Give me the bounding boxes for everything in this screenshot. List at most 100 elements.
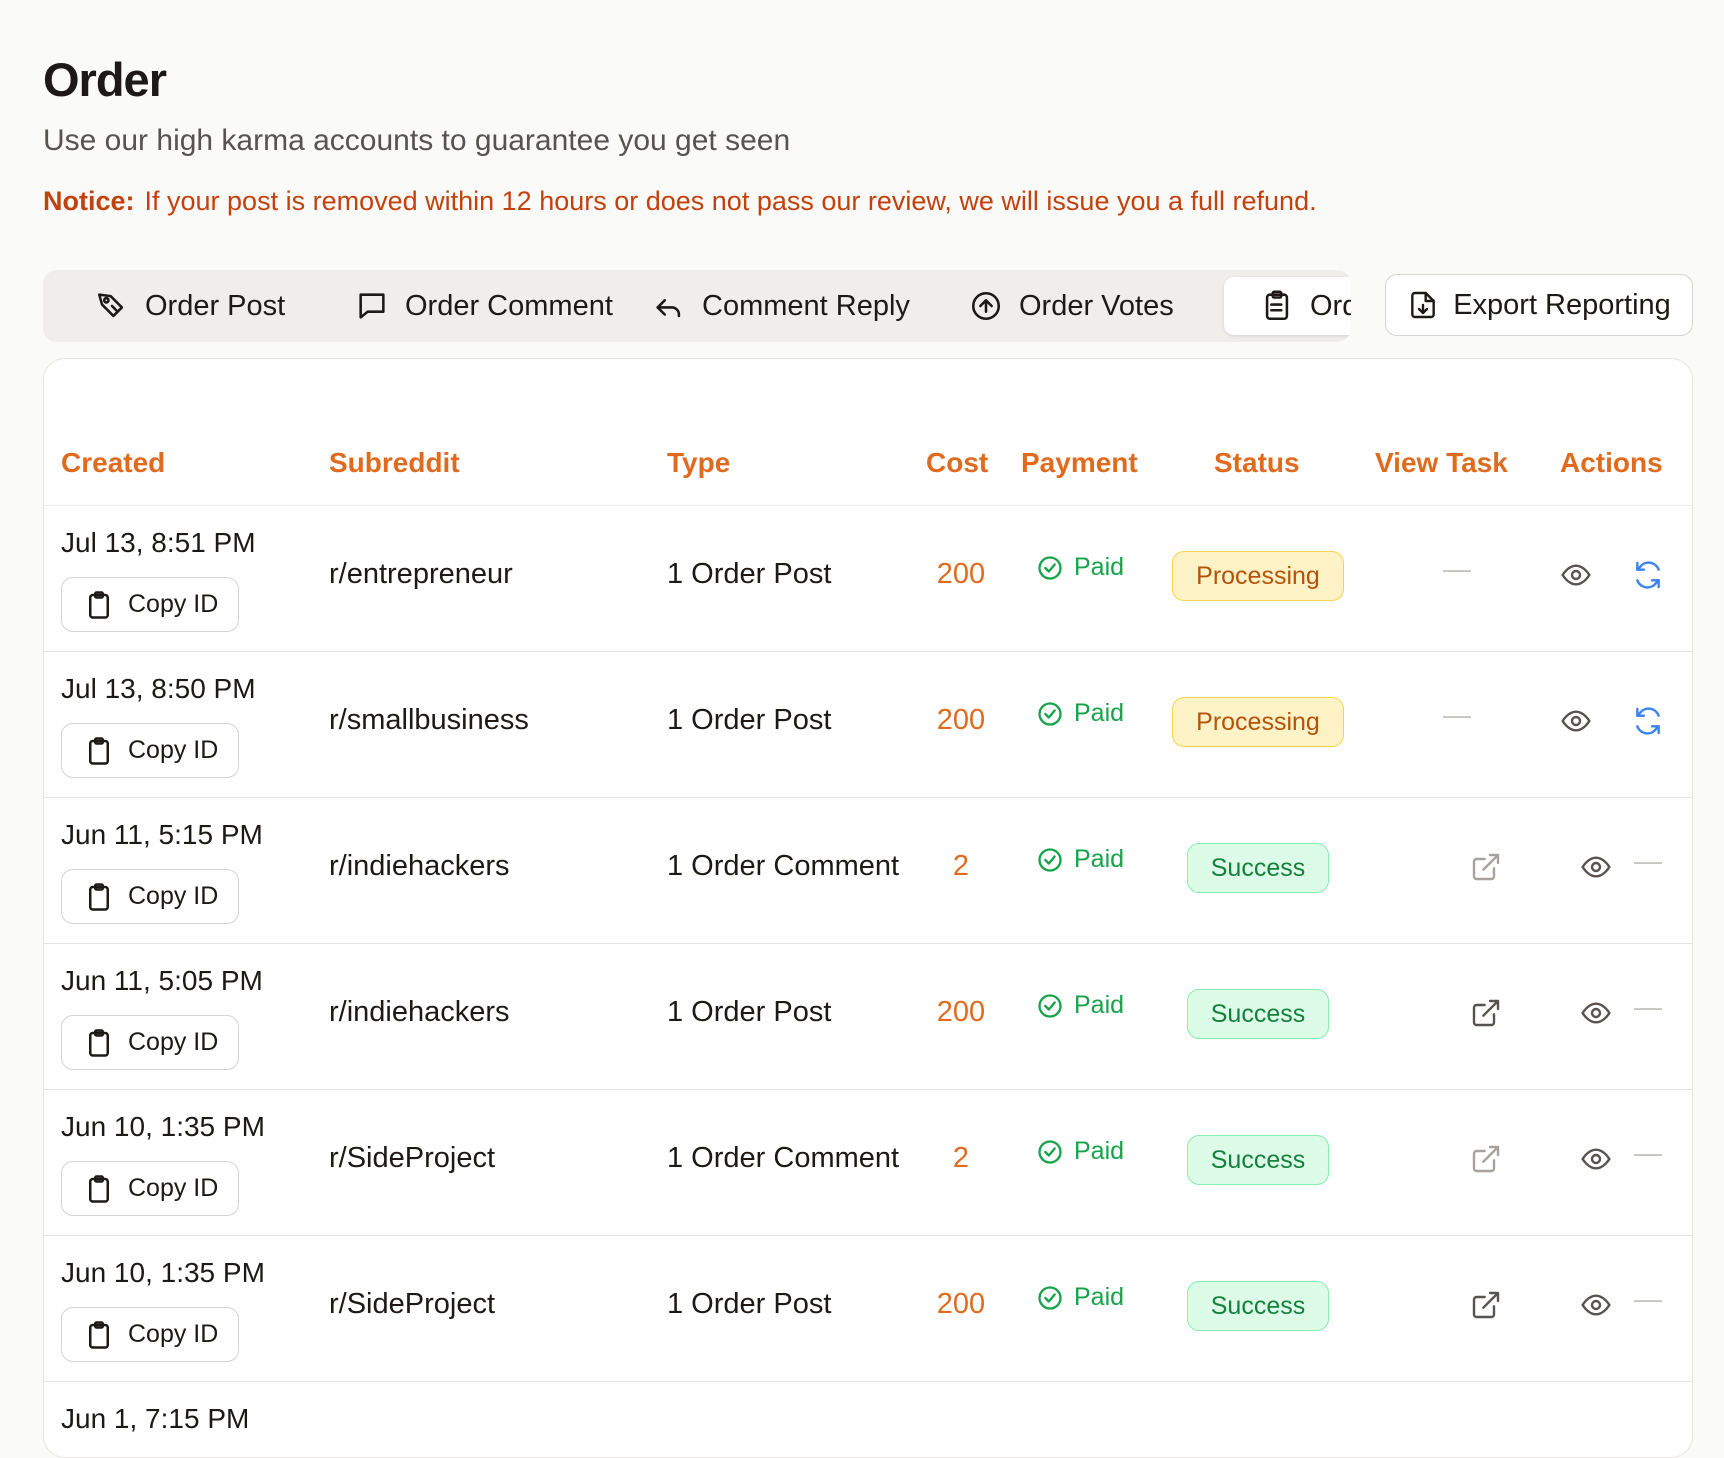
copy-id-button[interactable]: Copy ID: [61, 577, 239, 632]
order-type: 1 Order Post: [667, 996, 832, 1028]
status-badge: Success: [1187, 1281, 1329, 1331]
external-link-icon[interactable]: [1470, 1143, 1502, 1175]
check-circle-icon: [1038, 701, 1062, 726]
copy-id-label: Copy ID: [128, 1174, 219, 1202]
table-row: Jun 1, 7:15 PM: [44, 1381, 1692, 1457]
external-link-icon[interactable]: [1470, 997, 1502, 1029]
tab-order-comment[interactable]: Order Comment: [355, 277, 613, 335]
copy-id-button[interactable]: Copy ID: [61, 1161, 239, 1216]
col-subreddit[interactable]: Subreddit: [329, 447, 460, 479]
tab-comment-reply[interactable]: Comment Reply: [652, 277, 910, 335]
view-task-empty: —: [1443, 699, 1471, 730]
file-download-icon: [1411, 291, 1436, 319]
copy-id-button[interactable]: Copy ID: [61, 723, 239, 778]
reply-icon: [656, 299, 681, 318]
check-circle-icon: [1038, 1285, 1062, 1310]
payment-status: Paid: [1036, 699, 1124, 728]
export-label: Export Reporting: [1453, 288, 1671, 321]
col-view-task[interactable]: View Task: [1375, 447, 1508, 479]
order-tabs: Order Post Order Comment Comment Reply O…: [43, 270, 1351, 342]
eye-icon[interactable]: [1580, 1289, 1612, 1321]
table-row: Jun 10, 1:35 PM Copy ID r/SideProject 1 …: [44, 1235, 1692, 1382]
cost: 2: [952, 850, 970, 882]
action-empty: —: [1634, 1283, 1662, 1314]
copy-id-label: Copy ID: [128, 590, 219, 618]
notice: Notice: If your post is removed within 12…: [43, 186, 1317, 217]
external-link-icon[interactable]: [1470, 1289, 1502, 1321]
tab-label: Comment Reply: [702, 289, 910, 322]
col-cost[interactable]: Cost: [926, 447, 988, 479]
created-date: Jul 13, 8:50 PM: [61, 673, 256, 704]
created-date: Jun 10, 1:35 PM: [61, 1257, 265, 1288]
created-date: Jul 13, 8:51 PM: [61, 527, 256, 558]
order-type: 1 Order Post: [667, 1288, 832, 1320]
copy-id-button[interactable]: Copy ID: [61, 1307, 239, 1362]
check-circle-icon: [1038, 847, 1062, 872]
cost: 200: [936, 558, 986, 590]
tab-label: Order Votes: [1019, 289, 1174, 322]
payment-label: Paid: [1074, 1283, 1125, 1311]
clipboard-icon: [89, 1320, 109, 1349]
orders-table: Created Subreddit Type Cost Payment Stat…: [43, 358, 1693, 1458]
refresh-icon[interactable]: [1632, 559, 1664, 591]
action-empty: —: [1634, 991, 1662, 1022]
order-type: 1 Order Post: [667, 558, 832, 590]
action-empty: —: [1634, 845, 1662, 876]
payment-status: Paid: [1036, 553, 1124, 582]
payment-label: Paid: [1074, 553, 1125, 581]
payment-label: Paid: [1074, 991, 1125, 1019]
eye-icon[interactable]: [1560, 559, 1592, 591]
tab-order-post[interactable]: Order Post: [95, 277, 285, 335]
tab-order-votes[interactable]: Order Votes: [969, 277, 1174, 335]
status-badge: Processing: [1172, 697, 1344, 747]
tab-label: Order Comment: [405, 289, 613, 322]
created-date: Jun 1, 7:15 PM: [61, 1403, 250, 1434]
table-row: Jun 10, 1:35 PM Copy ID r/SideProject 1 …: [44, 1089, 1692, 1236]
order-type: 1 Order Post: [667, 704, 832, 736]
payment-status: Paid: [1036, 1137, 1124, 1166]
clipboard-list-icon: [1265, 290, 1289, 321]
tab-label: Ord: [1310, 289, 1351, 322]
export-reporting-button[interactable]: Export Reporting: [1385, 274, 1693, 336]
copy-id-button[interactable]: Copy ID: [61, 1015, 239, 1070]
payment-label: Paid: [1074, 1137, 1125, 1165]
created-date: Jun 11, 5:15 PM: [61, 819, 263, 850]
copy-id-button[interactable]: Copy ID: [61, 869, 239, 924]
copy-id-label: Copy ID: [128, 736, 219, 764]
payment-label: Paid: [1074, 699, 1125, 727]
eye-icon[interactable]: [1580, 1143, 1612, 1175]
action-empty: —: [1634, 1137, 1662, 1168]
eye-icon[interactable]: [1560, 705, 1592, 737]
col-status[interactable]: Status: [1214, 447, 1300, 479]
payment-status: Paid: [1036, 1283, 1124, 1312]
cost: 2: [952, 1142, 970, 1174]
tag-pen-icon: [97, 293, 124, 318]
payment-status: Paid: [1036, 845, 1124, 874]
eye-icon[interactable]: [1580, 851, 1612, 883]
subreddit: r/indiehackers: [329, 996, 510, 1028]
check-circle-icon: [1038, 1139, 1062, 1164]
col-created[interactable]: Created: [61, 447, 165, 479]
view-task-empty: —: [1443, 553, 1471, 584]
clipboard-icon: [89, 882, 109, 911]
created-date: Jun 10, 1:35 PM: [61, 1111, 265, 1142]
clipboard-icon: [89, 736, 109, 765]
tab-orders-active[interactable]: Ord: [1224, 277, 1351, 335]
refresh-icon[interactable]: [1632, 705, 1664, 737]
col-payment[interactable]: Payment: [1021, 447, 1138, 479]
external-link-icon[interactable]: [1470, 851, 1502, 883]
page-subtitle: Use our high karma accounts to guarantee…: [43, 124, 791, 157]
copy-id-label: Copy ID: [128, 1320, 219, 1348]
subreddit: r/entrepreneur: [329, 558, 513, 590]
table-row: Jun 11, 5:15 PM Copy ID r/indiehackers 1…: [44, 797, 1692, 944]
eye-icon[interactable]: [1580, 997, 1612, 1029]
created-date: Jun 11, 5:05 PM: [61, 965, 263, 996]
subreddit: r/indiehackers: [329, 850, 510, 882]
col-type[interactable]: Type: [667, 447, 730, 479]
subreddit: r/smallbusiness: [329, 704, 529, 736]
cost: 200: [936, 704, 986, 736]
cost: 200: [936, 1288, 986, 1320]
notice-label: Notice:: [43, 186, 135, 216]
col-actions[interactable]: Actions: [1560, 447, 1663, 479]
order-type: 1 Order Comment: [667, 1142, 900, 1174]
